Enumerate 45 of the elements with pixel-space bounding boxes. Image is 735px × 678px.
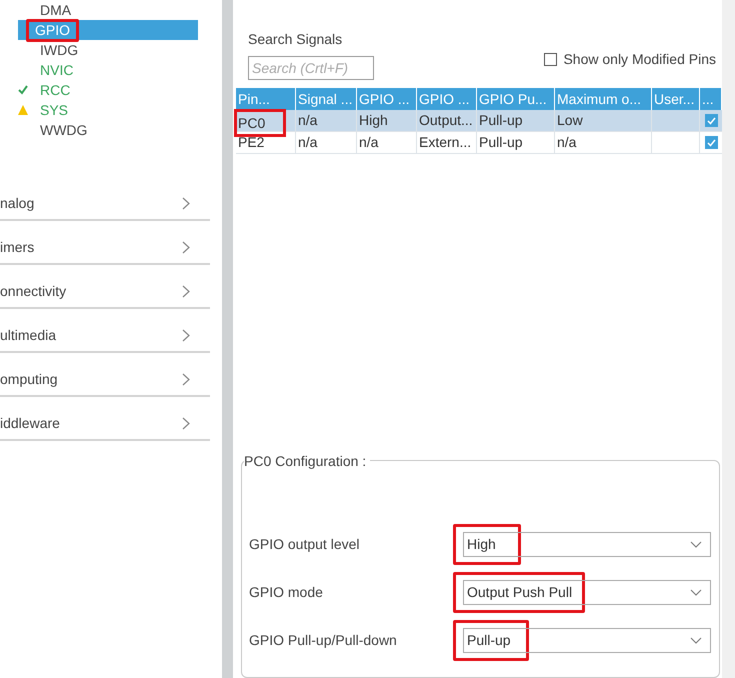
category-item[interactable]: onnectivity xyxy=(0,265,210,309)
search-label: Search Signals xyxy=(248,30,344,50)
modified-pins-checkbox[interactable]: Show only Modified Pins xyxy=(544,48,716,70)
table-cell-text: n/a xyxy=(556,133,576,152)
dropdown[interactable]: Output Push Pull xyxy=(463,580,711,605)
chevron-down-icon xyxy=(690,588,702,596)
sidebar-item[interactable]: DMA xyxy=(18,0,198,20)
table-cell-text: Extern... xyxy=(418,133,472,152)
table-cell-text: High xyxy=(358,111,388,130)
check-icon xyxy=(706,116,716,125)
field-label: GPIO mode xyxy=(249,582,324,602)
category-item[interactable]: ultimedia xyxy=(0,309,210,353)
sidebar-item[interactable]: IWDG xyxy=(18,40,198,60)
chevron-right-icon xyxy=(182,329,190,342)
category-item[interactable]: imers xyxy=(0,221,210,265)
table-cell-text: n/a xyxy=(297,111,318,130)
chevron-right-icon xyxy=(182,417,190,430)
chevron-right-icon xyxy=(182,197,190,210)
chevron-down-icon xyxy=(690,636,702,644)
chevron-right-icon xyxy=(182,285,190,298)
dropdown[interactable]: High xyxy=(463,532,711,557)
category-item[interactable]: omputing xyxy=(0,353,210,397)
search-field[interactable]: Search (Crtl+F) xyxy=(248,56,374,80)
field-label: GPIO output level xyxy=(249,534,361,554)
table-cell-text: Pull-up xyxy=(478,111,523,130)
row-checkbox[interactable] xyxy=(704,114,718,128)
table-cell-text: n/a xyxy=(358,133,378,152)
table-cell: PC0 xyxy=(234,108,286,137)
check-icon xyxy=(706,138,716,147)
table-cell-text: Pull-up xyxy=(478,133,523,152)
chevron-right-icon xyxy=(182,241,190,254)
sidebar-item[interactable]: WWDG xyxy=(18,120,198,140)
warning-icon xyxy=(18,105,28,115)
table-cell-text: Output... xyxy=(418,111,473,130)
field-label: GPIO Pull-up/Pull-down xyxy=(249,630,398,650)
table-cell-text: Low xyxy=(556,111,583,130)
category-item[interactable]: iddleware xyxy=(0,397,210,441)
chevron-down-icon xyxy=(690,540,702,548)
category-item[interactable]: nalog xyxy=(0,177,210,221)
check-icon xyxy=(18,85,28,95)
chevron-right-icon xyxy=(182,373,190,386)
table-cell-text: n/a xyxy=(297,133,318,152)
table-row[interactable]: PE2 n/a n/a Extern... Pull-up n/a xyxy=(236,132,722,154)
row-checkbox[interactable] xyxy=(704,136,718,150)
dropdown[interactable]: Pull-up xyxy=(463,628,711,653)
